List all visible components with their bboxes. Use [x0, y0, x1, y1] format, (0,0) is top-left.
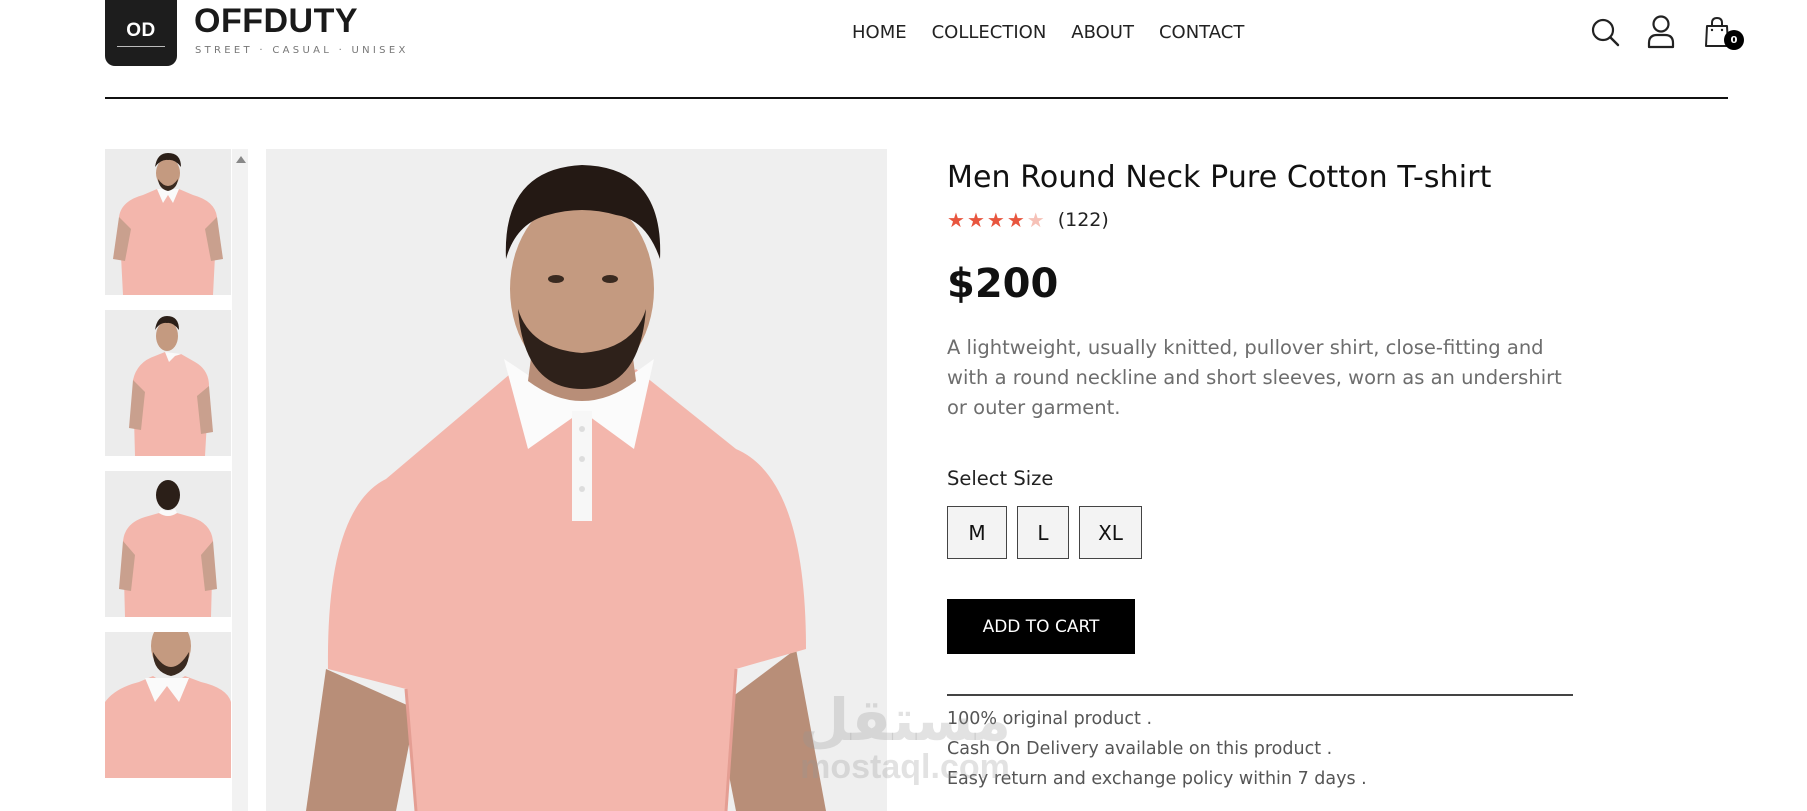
product-thumbnail-back: [105, 471, 231, 617]
product-price: $200: [947, 261, 1059, 307]
thumbnail-2[interactable]: [105, 310, 231, 456]
product-description: A lightweight, usually knitted, pullover…: [947, 336, 1562, 419]
perk-original: 100% original product .: [947, 708, 1153, 729]
perk-cod: Cash On Delivery available on this produ…: [947, 738, 1333, 759]
nav-contact[interactable]: CONTACT: [1159, 22, 1244, 43]
product-title: Men Round Neck Pure Cotton T-shirt: [947, 160, 1492, 195]
star-empty-icon: ★: [1026, 208, 1045, 232]
star-filled-icon: ★: [986, 208, 1005, 232]
size-option-l[interactable]: L: [1017, 506, 1069, 559]
main-product-image: [266, 149, 887, 811]
star-filled-icon: ★: [1006, 208, 1025, 232]
nav-home[interactable]: HOME: [852, 22, 907, 43]
main-nav: HOME COLLECTION ABOUT CONTACT: [852, 22, 1244, 43]
product-perks: 100% original product . Cash On Delivery…: [947, 704, 1572, 794]
add-to-cart-button[interactable]: ADD TO CART: [947, 599, 1135, 654]
product-thumbnail-side: [105, 310, 231, 456]
brand-logo-text: OD: [126, 19, 156, 41]
brand-logo[interactable]: OD: [105, 0, 177, 66]
size-options: M L XL: [947, 506, 1572, 559]
nav-about[interactable]: ABOUT: [1071, 22, 1134, 43]
product-thumbnail-front: [105, 149, 231, 295]
cart-button[interactable]: 0: [1702, 14, 1744, 50]
search-button[interactable]: [1590, 14, 1620, 50]
account-button[interactable]: [1646, 14, 1676, 50]
scroll-up-arrow-icon[interactable]: [236, 156, 246, 163]
search-icon: [1591, 18, 1620, 47]
thumbnail-list: [105, 149, 232, 793]
product-rating: ★ ★ ★ ★ ★ (122): [947, 209, 1572, 231]
review-count[interactable]: (122): [1058, 209, 1109, 231]
size-option-m[interactable]: M: [947, 506, 1007, 559]
logo-divider: [117, 45, 165, 47]
product-photo: [266, 149, 887, 811]
thumbnail-1[interactable]: [105, 149, 231, 295]
product-thumbnail-closeup: [105, 632, 231, 778]
thumbnail-3[interactable]: [105, 471, 231, 617]
star-rating: ★ ★ ★ ★ ★: [947, 210, 1045, 230]
size-label: Select Size: [947, 467, 1054, 490]
header-divider: [105, 97, 1728, 99]
size-option-xl[interactable]: XL: [1079, 506, 1142, 559]
star-filled-icon: ★: [966, 208, 985, 232]
header-actions: 0: [1590, 14, 1744, 50]
product-details: Men Round Neck Pure Cotton T-shirt ★ ★ ★ ★ ★…: [947, 160, 1573, 794]
star-filled-icon: ★: [947, 208, 965, 232]
nav-collection[interactable]: COLLECTION: [932, 22, 1047, 43]
perk-returns: Easy return and exchange policy within 7…: [947, 768, 1367, 789]
details-divider: [947, 694, 1573, 696]
cart-count-badge: 0: [1724, 30, 1744, 50]
brand-name[interactable]: OFFDUTY: [194, 2, 358, 41]
brand-tagline: STREET · CASUAL · UNISEX: [195, 45, 409, 56]
thumbnail-scrollbar[interactable]: [232, 149, 248, 811]
thumbnail-4[interactable]: [105, 632, 231, 778]
user-icon: [1647, 15, 1675, 49]
